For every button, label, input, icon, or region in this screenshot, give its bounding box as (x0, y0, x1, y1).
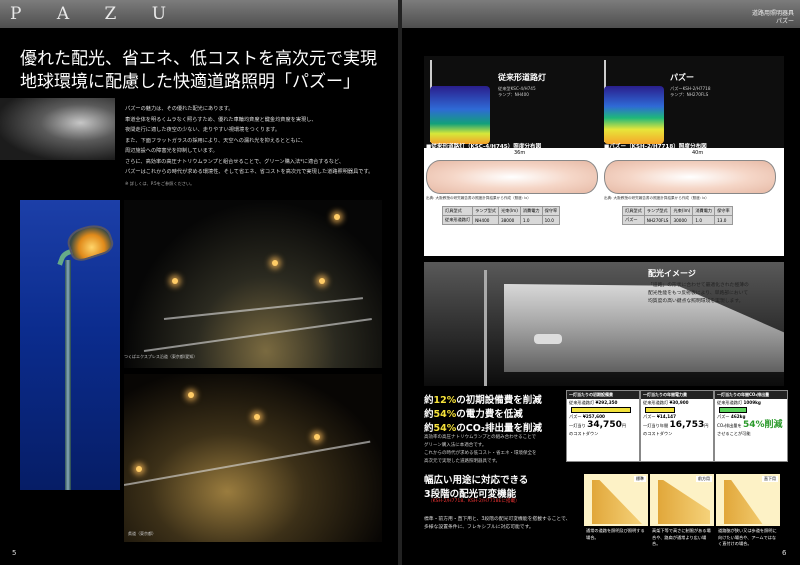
road-marking (124, 440, 371, 486)
illuminance-diagrams: 従来形道路灯 従来型KSC-4/H745 ランプ：NH400 パズー パズーKS… (424, 56, 784, 256)
diagram-title-conventional: 従来形道路灯 (498, 73, 546, 82)
illuminance-render-pazu (604, 86, 664, 144)
feature-text: 標準・前方用・直下用と、3段階の配光可変機能を搭載することで、 多様な設置条件に… (424, 517, 571, 530)
benefit-line: 約54%のCO₂排出量を削減 (424, 423, 542, 434)
spec-table-conventional: 灯具型式 ランプ型式 光束(lm) 消費電力 保守率 従来形道路灯 NH400 38000 1… (441, 206, 561, 225)
luminaire-head (64, 219, 116, 265)
street-lamp-photo (20, 200, 120, 490)
contour-plot-conventional (426, 160, 598, 194)
street-light-glow (254, 414, 260, 420)
highway-night-photo (124, 200, 382, 368)
street-light-glow (136, 466, 142, 472)
road-thumbnail-image (0, 98, 115, 160)
curved-road-night-photo (124, 374, 382, 542)
lamp-pole (484, 270, 487, 386)
benefit-line: 約54%の電力費を低減 (424, 409, 523, 420)
width-label-1: 36m (514, 150, 526, 156)
headline-line-2: 地球環境に配慮した快適道路照明「パズー」 (20, 72, 360, 92)
road-marking (143, 317, 372, 352)
diagram-note: 出典: 大阪教授の研究報告書の照度計算結果から作成（照度: lx） (426, 196, 531, 200)
mode-caption: 道路脇が狭い又は歩道を照明に向けたい場合や、アームではなく直付けの場合。 (718, 528, 777, 546)
light-image-text: 「道路」の形状に合わせて最適化された極薄の 配光性能をもつ反射板により、単路部に… (648, 283, 749, 304)
mode-illustration-standard: 標準 (584, 474, 648, 526)
beam-shape (658, 480, 710, 524)
mode-caption: 通常の道路を照明及び照明する場合。 (586, 528, 645, 540)
intro-line: 周辺施設への障害光を抑制しています。 (125, 148, 218, 154)
page-number-left: 5 (12, 549, 17, 557)
intro-line: パズーの魅力は、その優れた配光にあります。 (125, 106, 234, 112)
feature-title: 幅広い用途に対応できる 3段階の配光可変機能 (424, 475, 529, 500)
contour-plot-pazu (604, 160, 776, 194)
street-light-glow (314, 434, 320, 440)
diagram-sub: パズーKSH-2/H7718 ランプ：NH270FLS (670, 86, 711, 97)
intro-footnote: ※ 詳しくは、P.5をご参照ください。 (125, 181, 195, 186)
width-label-2: 40m (692, 150, 704, 156)
street-light-glow (272, 260, 278, 266)
car-shape (534, 334, 562, 344)
right-header-bar: 道路用照明器具 パズー (402, 0, 800, 28)
diagram-note: 出典: 大阪教授の研究報告書の照度計算結果から作成（照度: lx） (604, 196, 709, 200)
cost-box-initial: 一灯当たりの初期設備費 従来形道路灯 ¥292,350 パズー ¥257,600… (566, 390, 640, 462)
beam-shape (724, 480, 763, 524)
diagram-tag-conventional: ■従来形道路灯（KSC-4/H745）照度分布図 (426, 144, 542, 150)
light-distribution-image: 配光イメージ 「道路」の形状に合わせて最適化された極薄の 配光性能をもつ反射板に… (424, 262, 784, 386)
lamp-pole (65, 260, 71, 490)
mode-illustration-downward: 直下用 (716, 474, 780, 526)
spec-table-pazu: 灯具型式 ランプ型式 光束(lm) 消費電力 保守率 パズー NH270FLS 30000 1… (622, 206, 733, 225)
road-marking (163, 297, 364, 320)
benefit-text: 高効率の高圧ナトリウムランプとの組み合わせることで グリーン購入法に本適合です。… (424, 435, 537, 464)
feature-subtitle: （KSH-2/H7718、KSH-2/H7718Eに搭載） (428, 499, 520, 504)
diagram-tag-pazu: ■パズー（KSH-2/H7718）照度分布図 (604, 144, 707, 150)
street-light-glow (188, 392, 194, 398)
benefit-line: 約12%の初期設備費を削減 (424, 395, 542, 406)
intro-line: 夜間走行に適した夜空の少ない、走りやすい視環境をつくります。 (125, 127, 281, 133)
intro-text: パズーの魅力は、その優れた配光にあります。 車道全体を明るくムラなく照らすため、… (125, 104, 395, 178)
illuminance-render-conventional (430, 86, 490, 144)
mode-illustration-forward: 前方用 (650, 474, 714, 526)
intro-line: パズーはこれからの時代が求める環境性、そして省エネ、省コストを高次元で実現した道… (125, 169, 374, 175)
diagram-sub: 従来型KSC-4/H745 ランプ：NH400 (498, 86, 536, 97)
page-headline: 優れた配光、省エネ、低コストを高次元で実現 地球環境に配慮した快適道路照明「パズ… (20, 48, 377, 94)
photo-caption: つくばエクスプレス沿道（東京都/愛知） (124, 354, 198, 359)
brand-logo: P A Z U (10, 4, 182, 24)
mode-caption: 高架下等で高さに制限がある場合や、路肩が通常より広い場合。 (652, 528, 711, 546)
street-light-glow (334, 214, 340, 220)
diagram-title-pazu: パズー (670, 73, 694, 82)
intro-line: さらに、高効率の高圧ナトリウムランプと組合せることで、グリーン購入法*に適合する… (125, 158, 345, 165)
light-image-title: 配光イメージ (648, 269, 696, 278)
beam-shape (592, 480, 642, 524)
photo-caption: 県道（東京都） (128, 531, 156, 536)
cost-box-power: 一灯当たりの年間電力費 従来形道路灯 ¥30,900 パズー ¥14,147 一… (640, 390, 714, 462)
intro-line: 車道全体を明るくムラなく照らすため、優れた車輪均斉度と鍵金均斉度を実現し、 (125, 116, 317, 123)
intro-line: また、下面フラットガラスの採用により、天空への漏れ光を抑えるとともに、 (125, 137, 306, 144)
headline-line-1: 優れた配光、省エネ、低コストを高次元で実現 (20, 49, 377, 69)
page-number-right: 6 (782, 549, 787, 557)
cost-box-co2: 一灯当たりの年間CO₂排出量 従来形道路灯 1009kg パズー 462kg C… (714, 390, 788, 462)
street-light-glow (319, 278, 325, 284)
category-label: 道路用照明器具 パズー (751, 10, 794, 25)
street-light-glow (172, 278, 178, 284)
